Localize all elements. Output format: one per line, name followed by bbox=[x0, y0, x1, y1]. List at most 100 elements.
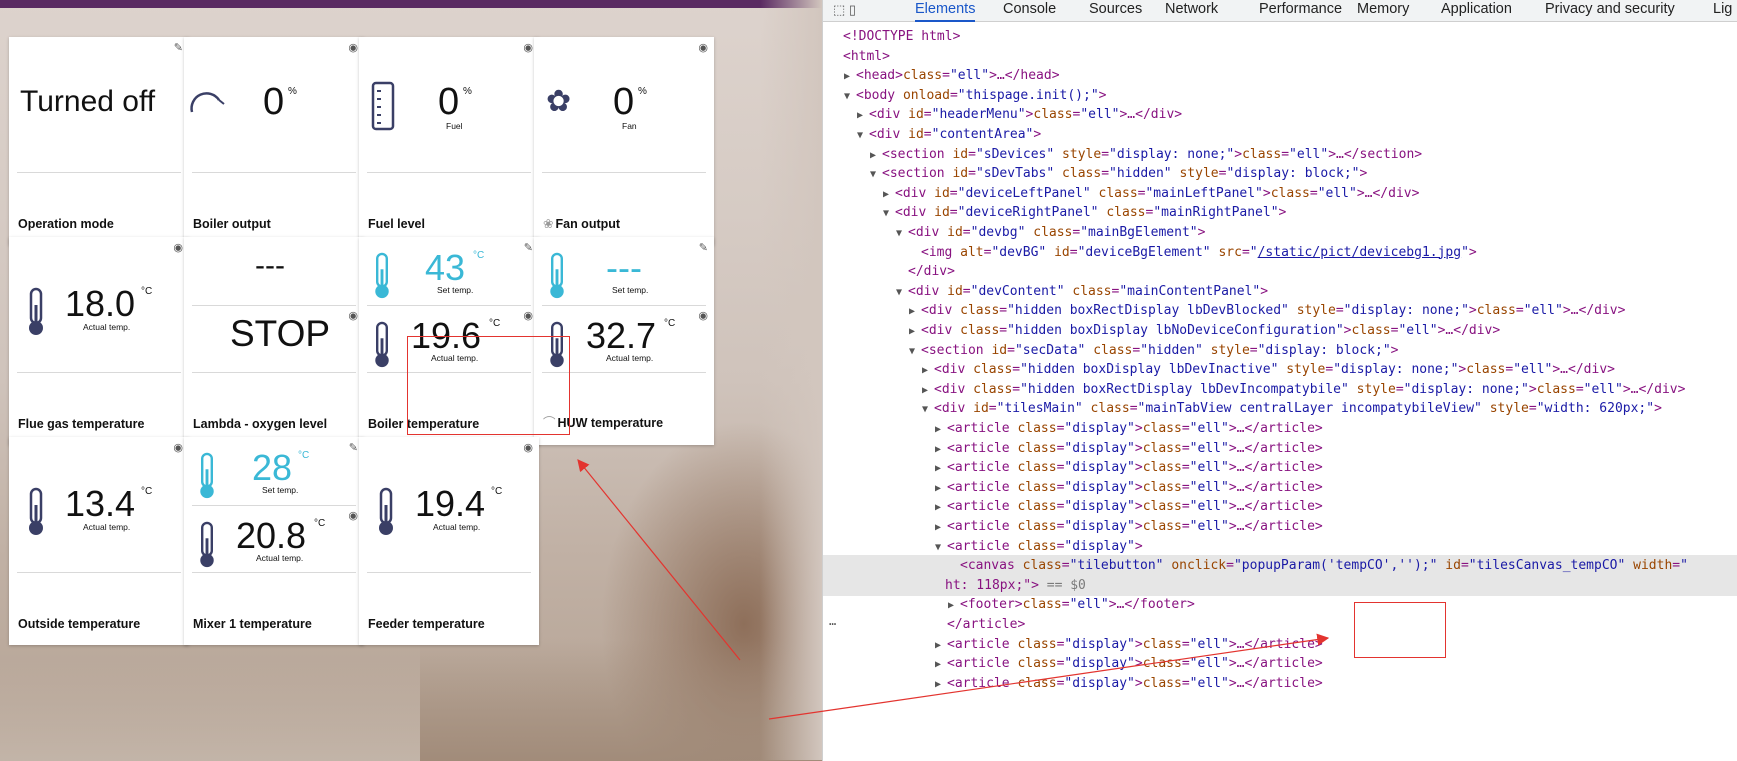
edit-icon[interactable]: ✎ bbox=[349, 443, 358, 454]
eye-icon[interactable]: ◉ bbox=[348, 511, 358, 522]
dom-tree-line[interactable]: ▶ <section id="sDevices" style="display: … bbox=[823, 144, 1737, 165]
devtools-tab-bar: ⬚ ▯ Elements Console Sources Network Per… bbox=[823, 0, 1737, 22]
tab-privacy-security[interactable]: Privacy and security bbox=[1545, 0, 1675, 22]
tile-label: Fuel level bbox=[368, 217, 425, 231]
tile-fan-output[interactable]: ◉ ✿ 0 % Fan ❀ Fan output bbox=[534, 37, 714, 245]
header-bar bbox=[0, 0, 822, 8]
tab-elements[interactable]: Elements bbox=[915, 0, 976, 22]
eye-icon[interactable]: ◉ bbox=[523, 443, 533, 454]
dom-tree-line[interactable]: </article> bbox=[823, 614, 1737, 635]
dom-tree-line[interactable]: ▼ <body onload="thispage.init();"> bbox=[823, 85, 1737, 106]
tile-value: 18.0 bbox=[65, 283, 136, 324]
eye-icon[interactable]: ◉ bbox=[173, 243, 183, 254]
tile-set-value: 43 bbox=[425, 247, 466, 288]
dom-tree-line[interactable]: <canvas class="tilebutton" onclick="popu… bbox=[823, 555, 1737, 577]
dom-tree-line[interactable]: ▼ <section id="secData" class="hidden" st… bbox=[823, 340, 1737, 361]
dom-tree-line[interactable]: ▶ <article class="display">class="ell">…<… bbox=[823, 496, 1737, 517]
dom-node-text: <article class="display">class="ell">…</… bbox=[947, 675, 1323, 691]
tile-unit: °C bbox=[314, 518, 326, 529]
thermometer-icon bbox=[379, 487, 393, 535]
dom-node-text: <article class="display">class="ell">…</… bbox=[947, 460, 1323, 476]
inspect-icon[interactable]: ⬚ ▯ bbox=[833, 2, 856, 18]
eye-icon[interactable]: ◉ bbox=[348, 43, 358, 54]
dom-node-text: <!DOCTYPE html> bbox=[843, 29, 961, 44]
dom-tree-line[interactable]: ▶ <article class="display">class="ell">…<… bbox=[823, 438, 1737, 459]
tap-icon: ⌒ bbox=[543, 416, 556, 430]
tile-value: 32.7 bbox=[586, 315, 657, 356]
dom-tree-line[interactable]: ▼ <div id="devbg" class="mainBgElement"> bbox=[823, 222, 1737, 243]
dom-tree-line[interactable]: ▼ <div id="contentArea"> bbox=[823, 124, 1737, 145]
divider bbox=[367, 572, 531, 573]
dom-tree-line[interactable]: ▶ <article class="display">class="ell">…<… bbox=[823, 418, 1737, 439]
tile-outside-temperature[interactable]: ◉ 13.4 °C Actual temp. Outside temperatu… bbox=[9, 437, 189, 645]
dom-tree-line[interactable]: ▶ <div id="headerMenu">class="ell">…</div… bbox=[823, 104, 1737, 125]
tile-mixer-1-temperature[interactable]: ✎ 28 °C Set temp. ◉ 20.8 °C Actual temp.… bbox=[184, 437, 364, 645]
dom-tree-line[interactable]: ▼ <section id="sDevTabs" class="hidden" s… bbox=[823, 163, 1737, 184]
tab-network[interactable]: Network bbox=[1165, 0, 1218, 22]
dom-tree-line[interactable]: ▶ <div class="hidden boxDisplay lbNoDevic… bbox=[823, 320, 1737, 341]
tile-feeder-temperature[interactable]: ◉ 19.4 °C Actual temp. Feeder temperatur… bbox=[359, 437, 539, 645]
tab-memory[interactable]: Memory bbox=[1357, 0, 1409, 22]
dom-node-text: <div class="hidden boxDisplay lbDevInact… bbox=[934, 362, 1615, 378]
eye-icon[interactable]: ◉ bbox=[698, 43, 708, 54]
dom-node-text: <article class="display">class="ell">…</… bbox=[947, 656, 1323, 672]
dom-tree-line[interactable]: ▼ <article class="display"> bbox=[823, 536, 1737, 557]
dom-tree-line[interactable]: ▶ <article class="display">class="ell">…<… bbox=[823, 673, 1737, 694]
tile-lambda-oxygen-level[interactable]: --- ◉ STOP Lambda - oxygen level bbox=[184, 237, 364, 445]
dom-tree-line[interactable]: <!DOCTYPE html> bbox=[823, 26, 1737, 47]
tile-sub: Actual temp. bbox=[606, 353, 654, 363]
dom-node-text: <article class="display">class="ell">…</… bbox=[947, 519, 1323, 534]
tab-console[interactable]: Console bbox=[1003, 0, 1056, 22]
dom-tree-line[interactable]: <html> bbox=[823, 46, 1737, 67]
tab-performance[interactable]: Performance bbox=[1259, 0, 1342, 22]
dom-tree-line[interactable]: ▶ <div class="hidden boxRectDisplay lbDev… bbox=[823, 300, 1737, 321]
tile-operation-mode[interactable]: ✎ Turned off Operation mode bbox=[9, 37, 189, 245]
dom-tree-line[interactable]: ▼ <div id="devContent" class="mainContent… bbox=[823, 281, 1737, 302]
tile-huw-temperature[interactable]: ✎ --- Set temp. ◉ 32.7 °C Actual temp. ⌒… bbox=[534, 237, 714, 445]
dom-node-text: <div id="deviceLeftPanel" class="mainLef… bbox=[895, 185, 1420, 201]
tile-boiler-output[interactable]: ◉ 0 % Boiler output bbox=[184, 37, 364, 245]
dom-tree-line[interactable]: ▶ <div class="hidden boxDisplay lbDevInac… bbox=[823, 359, 1737, 380]
tab-sources[interactable]: Sources bbox=[1089, 0, 1142, 22]
dom-tree-line[interactable]: ▶ <head>class="ell">…</head> bbox=[823, 65, 1737, 86]
dom-tree-line[interactable]: ▶ <div id="deviceLeftPanel" class="mainLe… bbox=[823, 183, 1737, 204]
dom-tree-line[interactable]: ▶ <article class="display">class="ell">…<… bbox=[823, 457, 1737, 478]
eye-icon[interactable]: ◉ bbox=[523, 311, 533, 322]
dom-tree-line[interactable]: </div> bbox=[823, 261, 1737, 282]
tile-unit: °C bbox=[491, 486, 503, 497]
edit-icon[interactable]: ✎ bbox=[174, 43, 183, 54]
eye-icon[interactable]: ◉ bbox=[523, 43, 533, 54]
dom-tree-line[interactable]: ▶ <article class="display">class="ell">…<… bbox=[823, 653, 1737, 674]
eye-icon[interactable]: ◉ bbox=[348, 311, 358, 322]
tile-label: Outside temperature bbox=[18, 617, 141, 631]
expand-triangle-icon[interactable]: ▶ bbox=[935, 674, 947, 695]
dom-tree-line[interactable]: ▼ <div id="deviceRightPanel" class="mainR… bbox=[823, 202, 1737, 223]
tile-flue-gas-temperature[interactable]: ◉ 18.0 °C Actual temp. Flue gas temperat… bbox=[9, 237, 189, 445]
tab-application[interactable]: Application bbox=[1441, 0, 1512, 22]
dom-node-text: <canvas class="tilebutton" onclick="popu… bbox=[960, 558, 1688, 574]
dom-tree-line[interactable]: ▶ <article class="display">class="ell">…<… bbox=[823, 477, 1737, 498]
edit-icon[interactable]: ✎ bbox=[524, 243, 533, 254]
thermometer-icon bbox=[550, 321, 564, 368]
dom-tree-line[interactable]: ▶ <article class="display">class="ell">…<… bbox=[823, 634, 1737, 655]
dom-tree-line[interactable]: ▶ <footer>class="ell">…</footer> bbox=[823, 594, 1737, 615]
tile-fuel-level[interactable]: ◉ 0 % Fuel Fuel level bbox=[359, 37, 539, 245]
dom-tree-line[interactable]: <img alt="devBG" id="deviceBgElement" sr… bbox=[823, 242, 1737, 263]
background-photo-part bbox=[760, 0, 822, 760]
dom-tree-line[interactable]: ▶ <div class="hidden boxRectDisplay lbDev… bbox=[823, 379, 1737, 400]
dom-tree-line[interactable]: ▼ <div id="tilesMain" class="mainTabView … bbox=[823, 398, 1737, 419]
tile-value: 19.4 bbox=[415, 483, 486, 524]
dom-tree-line[interactable]: ht: 118px;"> == $0 bbox=[823, 574, 1737, 596]
dom-node-text: <article class="display">class="ell">…</… bbox=[947, 440, 1323, 456]
tab-lighthouse[interactable]: Lig bbox=[1713, 0, 1732, 22]
dom-tree-line[interactable]: ▶ <article class="display">class="ell">…<… bbox=[823, 516, 1737, 537]
tile-unit: °C bbox=[141, 286, 153, 297]
eye-icon[interactable]: ◉ bbox=[173, 443, 183, 454]
fan-icon: ✿ bbox=[546, 85, 572, 118]
divider bbox=[192, 572, 356, 573]
divider bbox=[17, 172, 181, 173]
edit-icon[interactable]: ✎ bbox=[699, 243, 708, 254]
eye-icon[interactable]: ◉ bbox=[698, 311, 708, 322]
tile-boiler-temperature[interactable]: ✎ 43 °C Set temp. ◉ 19.6 °C Actual temp.… bbox=[359, 237, 539, 445]
tile-set-sub: Set temp. bbox=[262, 485, 299, 495]
